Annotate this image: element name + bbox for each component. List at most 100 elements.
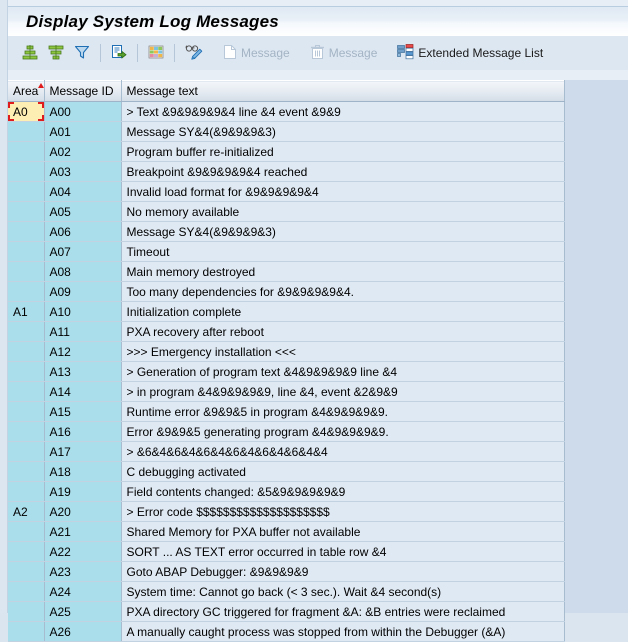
cell-area[interactable] [8, 261, 45, 282]
cell-message-text[interactable]: Program buffer re-initialized [121, 141, 565, 162]
cell-area[interactable] [8, 481, 45, 502]
table-row[interactable]: A08 Main memory destroyed [8, 261, 565, 282]
cell-message-id[interactable]: A17 [44, 441, 122, 462]
cell-area[interactable] [8, 441, 45, 462]
cell-area[interactable] [8, 541, 45, 562]
cell-area[interactable] [8, 121, 45, 142]
table-row[interactable]: A26 A manually caught process was stopped… [8, 621, 565, 642]
cell-area[interactable] [8, 381, 45, 402]
cell-area[interactable]: A1 [8, 301, 45, 322]
table-row[interactable]: A16 Error &9&9&5 generating program &4&9&… [8, 421, 565, 442]
cell-message-id[interactable]: A02 [44, 141, 122, 162]
table-row[interactable]: A21 Shared Memory for PXA buffer not avai… [8, 521, 565, 542]
cell-area[interactable] [8, 181, 45, 202]
table-row[interactable]: A07 Timeout [8, 241, 565, 262]
cell-area[interactable] [8, 461, 45, 482]
cell-message-text[interactable]: Main memory destroyed [121, 261, 565, 282]
cell-message-text[interactable]: SORT ... AS TEXT error occurred in table… [121, 541, 565, 562]
cell-message-id[interactable]: A05 [44, 201, 122, 222]
cell-area[interactable] [8, 401, 45, 422]
cell-message-text[interactable]: Timeout [121, 241, 565, 262]
cell-message-text[interactable]: > Generation of program text &4&9&9&9&9 … [121, 361, 565, 382]
table-row[interactable]: A24 System time: Cannot go back (< 3 sec.… [8, 581, 565, 602]
cell-message-text[interactable]: >>> Emergency installation <<< [121, 341, 565, 362]
cell-message-text[interactable]: Message SY&4(&9&9&9&3) [121, 121, 565, 142]
cell-area[interactable]: A0 [8, 101, 45, 122]
cell-message-id[interactable]: A25 [44, 601, 122, 622]
cell-message-id[interactable]: A01 [44, 121, 122, 142]
cell-message-text[interactable]: A manually caught process was stopped fr… [121, 621, 565, 642]
cell-area[interactable] [8, 361, 45, 382]
table-row[interactable]: A17 > &6&4&6&4&6&4&6&4&6&4&6&4&4 [8, 441, 565, 462]
create-message-button[interactable]: Message [219, 41, 294, 65]
cell-message-text[interactable]: Invalid load format for &9&9&9&9&4 [121, 181, 565, 202]
delete-message-button[interactable]: Message [306, 41, 382, 65]
table-row[interactable]: A03 Breakpoint &9&9&9&9&4 reached [8, 161, 565, 182]
table-row[interactable]: A25 PXA directory GC triggered for fragme… [8, 601, 565, 622]
table-row[interactable]: A1 A10 Initialization complete [8, 301, 565, 322]
cell-message-id[interactable]: A00 [44, 101, 122, 122]
table-row[interactable]: A2 A20 > Error code $$$$$$$$$$$$$$$$$$$$ [8, 501, 565, 522]
cell-message-text[interactable]: > &6&4&6&4&6&4&6&4&6&4&6&4&4 [121, 441, 565, 462]
sort-ascending-button[interactable] [18, 41, 42, 65]
cell-message-text[interactable]: No memory available [121, 201, 565, 222]
table-row[interactable]: A12 >>> Emergency installation <<< [8, 341, 565, 362]
sort-descending-button[interactable] [44, 41, 68, 65]
cell-message-text[interactable]: PXA directory GC triggered for fragment … [121, 601, 565, 622]
cell-area[interactable] [8, 421, 45, 442]
cell-area[interactable] [8, 141, 45, 162]
table-row[interactable]: A05 No memory available [8, 201, 565, 222]
cell-message-id[interactable]: A14 [44, 381, 122, 402]
cell-message-id[interactable]: A06 [44, 221, 122, 242]
cell-message-id[interactable]: A21 [44, 521, 122, 542]
cell-message-id[interactable]: A23 [44, 561, 122, 582]
cell-message-text[interactable]: Goto ABAP Debugger: &9&9&9&9 [121, 561, 565, 582]
cell-message-id[interactable]: A11 [44, 321, 122, 342]
cell-area[interactable] [8, 561, 45, 582]
cell-message-text[interactable]: Runtime error &9&9&5 in program &4&9&9&9… [121, 401, 565, 422]
cell-area[interactable]: A2 [8, 501, 45, 522]
table-row[interactable]: A11 PXA recovery after reboot [8, 321, 565, 342]
column-header-message-id[interactable]: Message ID [44, 80, 122, 102]
cell-message-text[interactable]: Message SY&4(&9&9&9&3) [121, 221, 565, 242]
cell-area[interactable] [8, 221, 45, 242]
cell-message-text[interactable]: Error &9&9&5 generating program &4&9&9&9… [121, 421, 565, 442]
cell-area[interactable] [8, 321, 45, 342]
table-row[interactable]: A23 Goto ABAP Debugger: &9&9&9&9 [8, 561, 565, 582]
cell-area[interactable] [8, 621, 45, 642]
layout-button[interactable] [144, 41, 168, 65]
cell-message-text[interactable]: > in program &4&9&9&9&9, line &4, event … [121, 381, 565, 402]
extended-message-list-button[interactable]: Extended Message List [393, 41, 547, 65]
table-row[interactable]: A01 Message SY&4(&9&9&9&3) [8, 121, 565, 142]
cell-area[interactable] [8, 521, 45, 542]
table-row[interactable]: A0 A00 > Text &9&9&9&9&4 line &4 event &9&… [8, 101, 565, 122]
cell-message-id[interactable]: A13 [44, 361, 122, 382]
cell-message-text[interactable]: > Text &9&9&9&9&4 line &4 event &9&9 [121, 101, 565, 122]
cell-message-text[interactable]: System time: Cannot go back (< 3 sec.). … [121, 581, 565, 602]
table-row[interactable]: A02 Program buffer re-initialized [8, 141, 565, 162]
cell-message-id[interactable]: A22 [44, 541, 122, 562]
cell-message-id[interactable]: A19 [44, 481, 122, 502]
table-row[interactable]: A14 > in program &4&9&9&9&9, line &4, eve… [8, 381, 565, 402]
table-row[interactable]: A04 Invalid load format for &9&9&9&9&4 [8, 181, 565, 202]
cell-message-id[interactable]: A03 [44, 161, 122, 182]
table-row[interactable]: A18 C debugging activated [8, 461, 565, 482]
cell-message-text[interactable]: Field contents changed: &5&9&9&9&9&9 [121, 481, 565, 502]
cell-message-id[interactable]: A08 [44, 261, 122, 282]
table-row[interactable]: A06 Message SY&4(&9&9&9&3) [8, 221, 565, 242]
cell-message-id[interactable]: A15 [44, 401, 122, 422]
cell-message-text[interactable]: > Error code $$$$$$$$$$$$$$$$$$$$ [121, 501, 565, 522]
cell-message-id[interactable]: A20 [44, 501, 122, 522]
table-row[interactable]: A22 SORT ... AS TEXT error occurred in ta… [8, 541, 565, 562]
cell-message-text[interactable]: Too many dependencies for &9&9&9&9&4. [121, 281, 565, 302]
table-row[interactable]: A09 Too many dependencies for &9&9&9&9&4. [8, 281, 565, 302]
column-header-message-text[interactable]: Message text [121, 80, 565, 102]
cell-message-text[interactable]: Shared Memory for PXA buffer not availab… [121, 521, 565, 542]
cell-message-text[interactable]: Initialization complete [121, 301, 565, 322]
cell-message-text[interactable]: Breakpoint &9&9&9&9&4 reached [121, 161, 565, 182]
cell-area[interactable] [8, 201, 45, 222]
table-row[interactable]: A19 Field contents changed: &5&9&9&9&9&9 [8, 481, 565, 502]
cell-message-id[interactable]: A10 [44, 301, 122, 322]
table-row[interactable]: A13 > Generation of program text &4&9&9&9… [8, 361, 565, 382]
cell-message-id[interactable]: A12 [44, 341, 122, 362]
